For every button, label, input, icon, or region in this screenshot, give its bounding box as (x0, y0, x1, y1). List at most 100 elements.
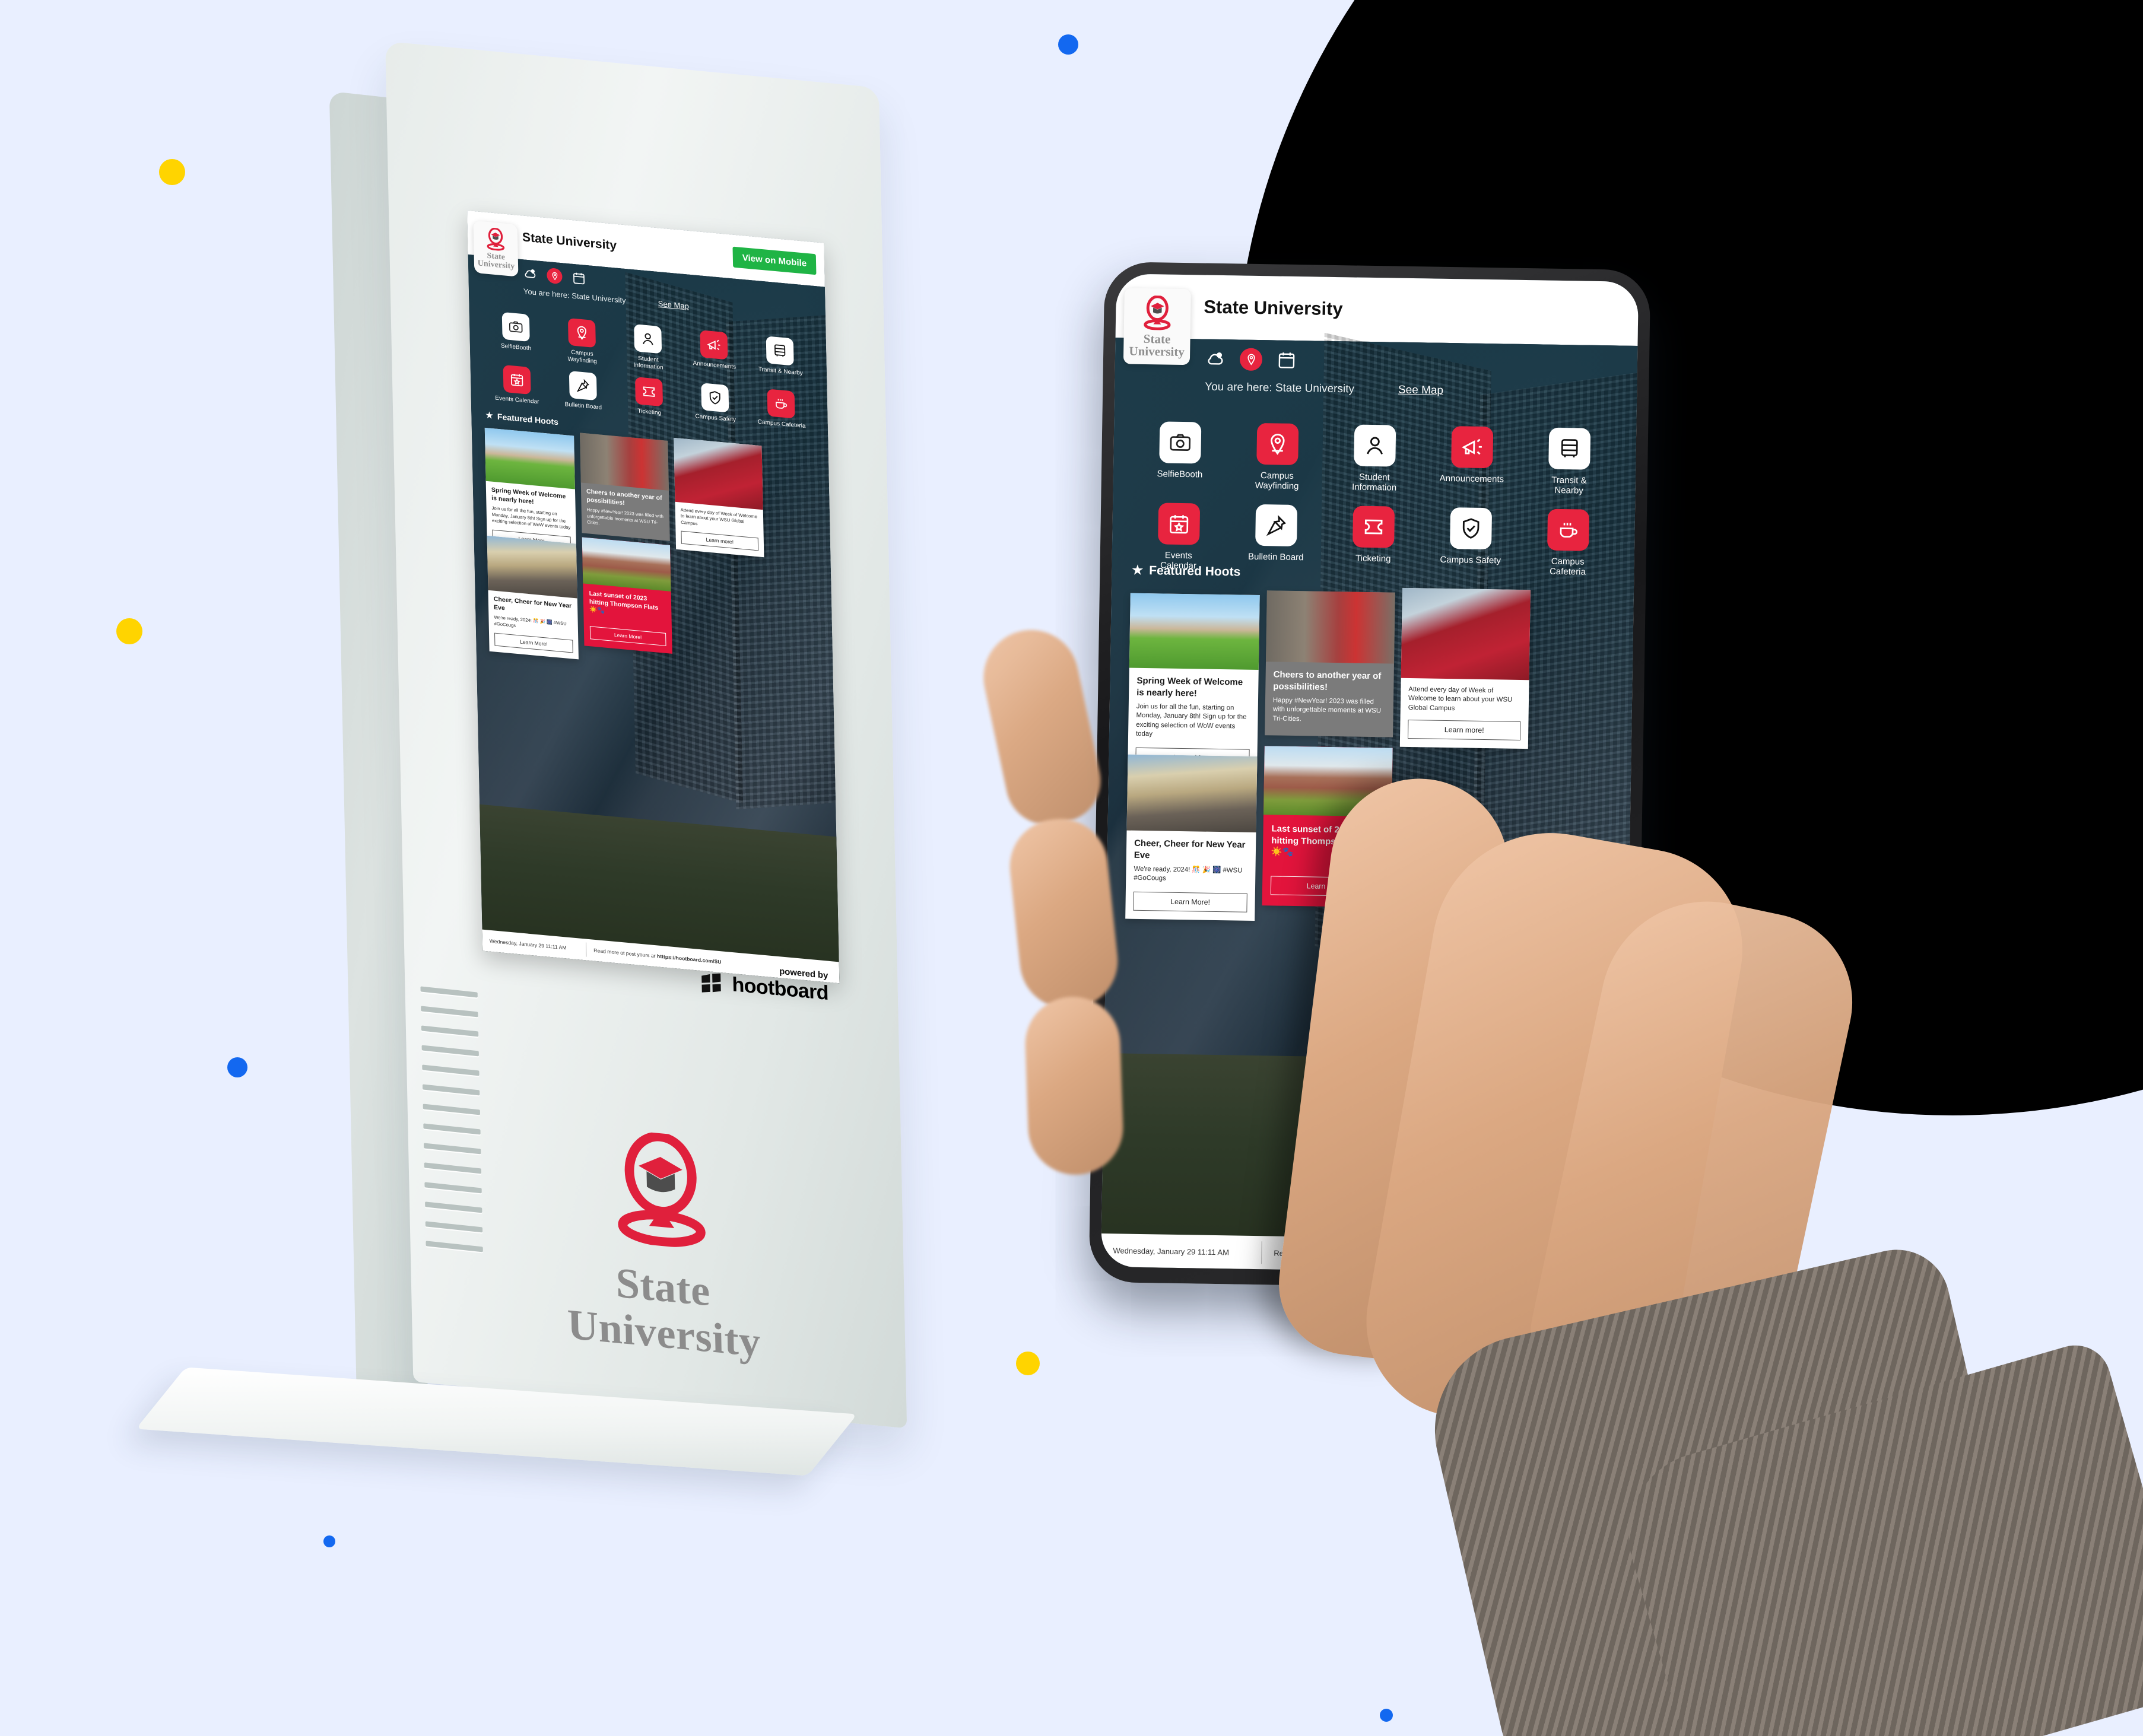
card-cheer-new-year-eve[interactable]: Cheer, Cheer for New Year Eve We're read… (487, 535, 579, 660)
phone-status-row (1205, 348, 1297, 371)
tile-transit-nearby[interactable]: Transit & Nearby (747, 334, 814, 384)
tile-label: Campus Wayfinding (567, 349, 597, 365)
card-last-sunset-2023[interactable]: Last sunset of 2023 hitting Thompson Fla… (582, 537, 672, 654)
kiosk-device: State University View on Mobile You are … (136, 41, 988, 1537)
tile-bulletin-board[interactable]: Bulletin Board (550, 369, 617, 413)
card-learn-more-button[interactable]: Learn More! (589, 626, 666, 646)
tile-campus-wayfinding[interactable]: Campus Wayfinding (548, 316, 615, 367)
featured-hoots-label: Featured Hoots (1149, 563, 1241, 579)
tile-label: Ticketing (1355, 553, 1391, 564)
ticket-icon (635, 377, 663, 407)
tile-events-calendar[interactable]: Events Calendar (483, 363, 550, 407)
card-image (674, 437, 763, 510)
decor-dot-blue-2 (227, 1057, 247, 1077)
tile-label: Student Information (1351, 472, 1397, 493)
megaphone-icon (700, 330, 728, 360)
person-icon (634, 324, 662, 354)
tile-student-information[interactable]: Student Information (1326, 424, 1424, 494)
card-image (582, 537, 671, 592)
calendar-icon[interactable] (572, 271, 586, 286)
tile-selfiebooth[interactable]: SelfieBooth (1131, 421, 1230, 491)
camera-icon (1159, 421, 1202, 464)
location-pin-icon[interactable] (1239, 348, 1263, 371)
calendar-icon[interactable] (1277, 349, 1297, 370)
tile-campus-cafeteria[interactable]: Campus Cafeteria (748, 387, 815, 431)
megaphone-icon (1451, 426, 1494, 469)
tile-campus-cafeteria[interactable]: Campus Cafeteria (1519, 508, 1617, 577)
see-map-link[interactable]: See Map (1398, 384, 1443, 398)
tile-label: SelfieBooth (1157, 469, 1203, 480)
bus-icon (766, 336, 795, 366)
tile-ticketing[interactable]: Ticketing (1324, 505, 1423, 574)
tile-label: SelfieBooth (500, 342, 532, 352)
tile-student-information[interactable]: Student Information (614, 322, 681, 373)
tile-campus-safety[interactable]: Campus Safety (1421, 507, 1520, 576)
tile-announcements[interactable]: Announcements (681, 328, 748, 379)
hootboard-mark-icon (701, 973, 721, 993)
tile-label: Campus Wayfinding (1255, 470, 1299, 492)
kiosk-brand-plate: State University (547, 1123, 777, 1367)
tile-ticketing[interactable]: Ticketing (615, 375, 682, 419)
tile-label: Campus Cafeteria (1549, 556, 1586, 577)
tile-bulletin-board[interactable]: Bulletin Board (1227, 504, 1325, 573)
decor-dot-blue-3 (323, 1535, 335, 1547)
tile-transit-nearby[interactable]: Transit & Nearby (1520, 427, 1618, 497)
card-learn-more-button[interactable]: Learn More! (494, 632, 573, 653)
tile-campus-safety[interactable]: Campus Safety (682, 381, 749, 425)
footer-datetime: Wednesday, January 29 11:11 AM (489, 937, 567, 951)
logo-badge-line2: University (477, 259, 515, 271)
graduation-pin-icon (1144, 295, 1171, 330)
person-icon (1354, 424, 1396, 467)
location-pin-icon[interactable] (547, 267, 563, 285)
calendar-star-icon (1158, 502, 1201, 545)
tile-label: Announcements (693, 360, 736, 371)
ring-finger (1023, 995, 1125, 1177)
tile-events-calendar[interactable]: Events Calendar (1129, 502, 1228, 571)
calendar-star-icon (503, 364, 531, 395)
map-pin-icon (1256, 422, 1299, 466)
decor-dot-yellow-1 (159, 159, 185, 185)
tile-selfiebooth[interactable]: SelfieBooth (482, 310, 550, 361)
kiosk-screen[interactable]: State University View on Mobile You are … (467, 210, 840, 984)
tile-campus-wayfinding[interactable]: Campus Wayfinding (1228, 422, 1327, 492)
page-title: State University (1204, 296, 1343, 320)
app-logo-badge: State University (1123, 288, 1191, 365)
star-icon: ★ (1132, 563, 1144, 577)
camera-icon (501, 311, 530, 342)
card-cheers-another-year[interactable]: Cheers to another year of possibilities!… (579, 433, 670, 541)
shield-check-icon (1450, 507, 1493, 549)
weather-cloud-icon[interactable] (523, 266, 538, 281)
card-image (487, 535, 577, 599)
decor-dot-blue-1 (1058, 34, 1078, 55)
index-finger (974, 621, 1109, 833)
tile-announcements[interactable]: Announcements (1423, 425, 1521, 495)
graduation-pin-icon-large (618, 1131, 706, 1247)
card-week-of-welcome-global[interactable]: Attend every day of Week of Welcome to l… (674, 437, 764, 558)
logo-badge-line2: University (1129, 344, 1185, 359)
view-on-mobile-button[interactable]: View on Mobile (732, 246, 817, 275)
footer-read-more-prefix: Read more ot post yours ar (593, 947, 658, 959)
page-title: State University (522, 230, 617, 253)
card-image (484, 427, 575, 489)
tile-label: Bulletin Board (1247, 551, 1304, 562)
you-are-here-label: You are here: State University (1205, 380, 1355, 396)
decor-dot-yellow-2 (116, 618, 142, 644)
card-title: Last sunset of 2023 hitting Thompson Fla… (589, 590, 659, 615)
featured-hoots-heading: ★ Featured Hoots (1132, 563, 1240, 580)
logo-badge-line1: State (1143, 331, 1171, 346)
card-learn-more-button[interactable]: Learn more! (681, 530, 759, 551)
hand-holding-phone (950, 581, 2143, 1736)
ticket-icon (1353, 505, 1395, 548)
pushpin-icon (569, 370, 597, 401)
card-body: Attend every day of Week of Welcome to l… (680, 507, 757, 526)
card-body: Join us for all the fun, starting on Mon… (491, 505, 571, 530)
pushpin-icon (1255, 504, 1298, 546)
map-pin-icon (567, 317, 596, 348)
middle-finger (1005, 814, 1123, 1013)
weather-cloud-icon[interactable] (1205, 349, 1226, 370)
footer-divider (585, 942, 587, 957)
tile-label: Announcements (1439, 473, 1504, 485)
star-icon: ★ (485, 410, 494, 421)
kiosk-vents (420, 986, 484, 1324)
kiosk-app: State University View on Mobile You are … (467, 210, 840, 984)
